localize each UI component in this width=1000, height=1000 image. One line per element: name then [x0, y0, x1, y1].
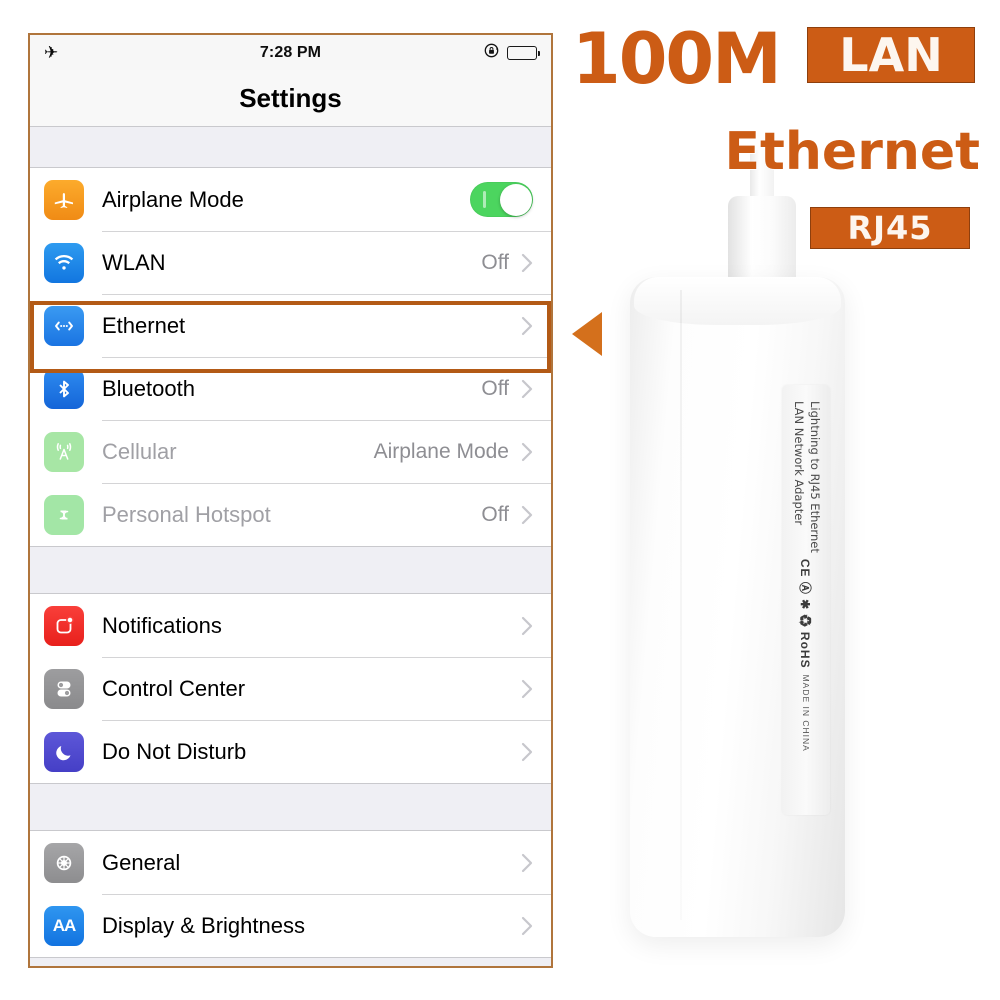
chevron-right-icon	[521, 916, 533, 936]
settings-group-notifications: Notifications Control Center Do Not Dist…	[30, 593, 551, 784]
promo-panel: Lightning to RJ45 Ethernet LAN Network A…	[560, 0, 1000, 1000]
cellular-icon	[44, 431, 84, 472]
list-item-label: Display & Brightness	[102, 912, 305, 938]
section-gap	[30, 547, 551, 593]
promo-rj45-badge: RJ45	[810, 207, 970, 249]
device-product-label: Lightning to RJ45 Ethernet LAN Network A…	[782, 385, 830, 815]
promo-speed-text: 100M	[572, 18, 782, 100]
list-item-value: Airplane Mode	[373, 439, 509, 463]
hotspot-icon	[44, 494, 84, 535]
list-item-do-not-disturb[interactable]: Do Not Disturb	[30, 720, 551, 783]
chevron-right-icon	[521, 616, 533, 636]
list-item-label: Cellular	[102, 438, 177, 464]
settings-group-connectivity: Airplane Mode WLAN Off Ethernet Bluetoot…	[30, 167, 551, 547]
list-item-control-center[interactable]: Control Center	[30, 657, 551, 720]
list-item-personal-hotspot[interactable]: Personal Hotspot Off	[30, 483, 551, 546]
settings-group-system: General AA Display & Brightness	[30, 830, 551, 958]
phone-screenshot-panel: ✈ 7:28 PM Settings Airplane Mode WLAN Of…	[28, 33, 553, 968]
list-item-label: WLAN	[102, 249, 166, 275]
status-bar-right	[484, 43, 540, 63]
promo-lan-badge: LAN	[807, 27, 975, 83]
list-item-label: General	[102, 849, 181, 875]
list-item-ethernet[interactable]: Ethernet	[30, 294, 551, 357]
rotation-lock-icon	[484, 43, 499, 63]
nav-bar: Settings	[30, 70, 551, 127]
device-top-face	[634, 277, 841, 325]
status-bar: ✈ 7:28 PM	[30, 35, 551, 70]
promo-ethernet-text: Ethernet	[724, 122, 980, 182]
airplane-icon	[44, 179, 84, 220]
section-gap	[30, 127, 551, 167]
list-item-value: Off	[481, 502, 509, 526]
notifications-icon	[44, 605, 84, 646]
list-item-label: Personal Hotspot	[102, 501, 271, 527]
certification-marks: CE Ⓐ ✱ ♻ RoHS	[798, 558, 813, 669]
chevron-right-icon	[521, 679, 533, 699]
device-label-text: Lightning to RJ45 Ethernet LAN Network A…	[790, 401, 822, 553]
airplane-mode-toggle[interactable]	[470, 182, 533, 217]
section-gap	[30, 784, 551, 830]
list-item-label: Airplane Mode	[102, 186, 244, 212]
list-item-label: Notifications	[102, 612, 222, 638]
list-item-label: Bluetooth	[102, 375, 195, 401]
list-item-wlan[interactable]: WLAN Off	[30, 231, 551, 294]
list-item-bluetooth[interactable]: Bluetooth Off	[30, 357, 551, 420]
list-item-general[interactable]: General	[30, 831, 551, 894]
list-item-notifications[interactable]: Notifications	[30, 594, 551, 657]
device-label-line-2: LAN Network Adapter	[792, 401, 806, 526]
list-item-cellular[interactable]: Cellular Airplane Mode	[30, 420, 551, 483]
moon-icon	[44, 731, 84, 772]
battery-icon	[507, 45, 540, 60]
list-item-label: Control Center	[102, 675, 246, 701]
chevron-right-icon	[521, 505, 533, 525]
list-item-airplane-mode[interactable]: Airplane Mode	[30, 168, 551, 231]
bluetooth-icon	[44, 368, 84, 409]
list-item-value: Off	[481, 250, 509, 274]
left-arrow-marker-icon	[572, 312, 602, 356]
chevron-right-icon	[521, 442, 533, 462]
ethernet-icon	[44, 305, 84, 346]
wifi-icon	[44, 242, 84, 283]
list-item-value: Off	[481, 376, 509, 400]
gear-icon	[44, 842, 84, 883]
chevron-right-icon	[521, 742, 533, 762]
chevron-right-icon	[521, 379, 533, 399]
status-bar-time: 7:28 PM	[259, 43, 322, 61]
list-item-display-brightness[interactable]: AA Display & Brightness	[30, 894, 551, 957]
chevron-right-icon	[521, 253, 533, 273]
page-title: Settings	[239, 82, 342, 113]
country-of-origin: MADE IN CHINA	[801, 674, 811, 752]
chevron-right-icon	[521, 853, 533, 873]
control-center-icon	[44, 668, 84, 709]
device-label-line-1: Lightning to RJ45 Ethernet	[807, 401, 822, 553]
list-item-label: Ethernet	[102, 312, 186, 338]
chevron-right-icon	[521, 316, 533, 336]
brightness-icon: AA	[44, 905, 84, 946]
device-edge-line	[680, 290, 682, 920]
settings-list[interactable]: Airplane Mode WLAN Off Ethernet Bluetoot…	[30, 127, 551, 966]
list-item-label: Do Not Disturb	[102, 738, 247, 764]
